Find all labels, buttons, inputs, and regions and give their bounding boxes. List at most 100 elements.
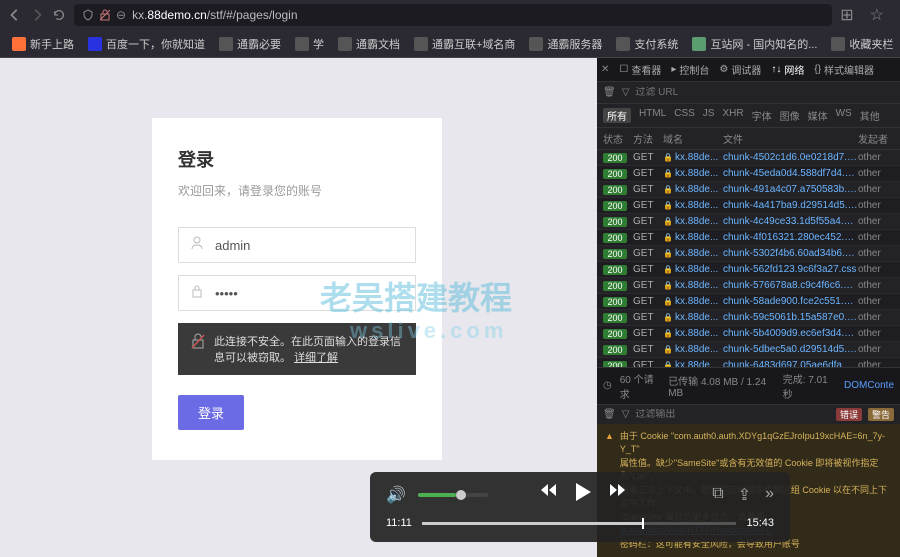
filter-type-所有[interactable]: 所有 bbox=[603, 108, 631, 123]
method: GET bbox=[633, 200, 663, 211]
bookmark-item[interactable]: 收藏夹栏 bbox=[825, 34, 899, 54]
play-icon[interactable] bbox=[574, 482, 592, 507]
initiator: other bbox=[858, 328, 894, 339]
warning-link[interactable]: 详细了解 bbox=[294, 352, 338, 364]
bookmark-item[interactable]: 通霸文档 bbox=[332, 34, 406, 54]
trash-icon[interactable]: 🗑 bbox=[603, 87, 616, 98]
network-row[interactable]: 200GET🔒kx.88de...chunk-59c5061b.15a587e0… bbox=[597, 310, 900, 326]
filter-icon[interactable]: ▽ bbox=[622, 409, 630, 420]
login-title: 登录 bbox=[178, 146, 416, 172]
console-filter-bar: 🗑 ▽ 错误 警告 bbox=[597, 404, 900, 424]
initiator: other bbox=[858, 280, 894, 291]
initiator: other bbox=[858, 312, 894, 323]
filter-type-其他[interactable]: 其他 bbox=[860, 108, 880, 123]
network-row[interactable]: 200GET🔒kx.88de...chunk-5b4009d9.ec6ef3d4… bbox=[597, 326, 900, 342]
tab-debugger[interactable]: ⚙ 调试器 bbox=[719, 62, 761, 77]
bookmark-item[interactable]: 通霸服务器 bbox=[523, 34, 608, 54]
filter-type-HTML[interactable]: HTML bbox=[639, 108, 666, 123]
filter-icon[interactable]: ▽ bbox=[622, 87, 630, 98]
expand-icon[interactable]: » bbox=[765, 485, 774, 505]
status-badge: 200 bbox=[603, 233, 627, 243]
network-row[interactable]: 200GET🔒kx.88de...chunk-6483d697.05ae6dfa… bbox=[597, 358, 900, 367]
status-badge: 200 bbox=[603, 329, 627, 339]
file: chunk-562fd123.9c6f3a27.css bbox=[723, 264, 858, 275]
folder-icon bbox=[414, 37, 428, 51]
progress-slider[interactable] bbox=[422, 522, 737, 525]
bookmark-item[interactable]: 百度一下，你就知道 bbox=[82, 34, 211, 54]
media-player: 🔊 ⧉ ⇪ » 11:11 15:43 bbox=[370, 472, 790, 542]
status-badge: 200 bbox=[603, 281, 627, 291]
share-icon[interactable]: ⇪ bbox=[738, 485, 751, 505]
username-input[interactable] bbox=[215, 238, 403, 253]
filter-type-WS[interactable]: WS bbox=[836, 108, 852, 123]
initiator: other bbox=[858, 152, 894, 163]
filter-type-XHR[interactable]: XHR bbox=[722, 108, 743, 123]
filter-url-input[interactable] bbox=[635, 87, 767, 98]
bookmark-label: 通霸服务器 bbox=[547, 36, 602, 52]
domain: 🔒kx.88de... bbox=[663, 168, 723, 179]
filter-type-媒体[interactable]: 媒体 bbox=[808, 108, 828, 123]
filter-type-JS[interactable]: JS bbox=[703, 108, 715, 123]
tab-network[interactable]: ↑↓ 网络 bbox=[771, 62, 804, 77]
domain: 🔒kx.88de... bbox=[663, 200, 723, 211]
status-badge: 200 bbox=[603, 201, 627, 211]
bookmark-item[interactable]: 通霸互联+域名商 bbox=[408, 34, 521, 54]
network-row[interactable]: 200GET🔒kx.88de...chunk-5dbec5a0.d29514d5… bbox=[597, 342, 900, 358]
console-filter-input[interactable] bbox=[635, 409, 830, 420]
filter-type-图像[interactable]: 图像 bbox=[780, 108, 800, 123]
method: GET bbox=[633, 312, 663, 323]
url-bar[interactable]: ⊖ kx.88demo.cn/stf/#/pages/login bbox=[74, 4, 832, 26]
forward-icon[interactable] bbox=[606, 482, 626, 507]
network-row[interactable]: 200GET🔒kx.88de...chunk-4a417ba9.d29514d5… bbox=[597, 198, 900, 214]
network-row[interactable]: 200GET🔒kx.88de...chunk-562fd123.9c6f3a27… bbox=[597, 262, 900, 278]
bookmark-item[interactable]: 互站网 - 国内知名的... bbox=[686, 34, 823, 54]
bookmark-item[interactable]: 通霸必要 bbox=[213, 34, 287, 54]
volume-slider[interactable] bbox=[418, 493, 488, 497]
folder-icon bbox=[529, 37, 543, 51]
reload-icon[interactable] bbox=[52, 8, 66, 22]
error-badge[interactable]: 错误 bbox=[836, 408, 862, 421]
filter-type-CSS[interactable]: CSS bbox=[674, 108, 695, 123]
bookmark-label: 通霸互联+域名商 bbox=[432, 36, 515, 52]
tab-styles[interactable]: {} 样式编辑器 bbox=[814, 62, 874, 77]
network-row[interactable]: 200GET🔒kx.88de...chunk-4502c1d6.0e0218d7… bbox=[597, 150, 900, 166]
rewind-icon[interactable] bbox=[540, 482, 560, 507]
network-headers: 状态方法域名文件发起者 bbox=[597, 128, 900, 150]
devtools-close-icon[interactable]: ✕ bbox=[601, 64, 609, 75]
bookmark-item[interactable]: 学 bbox=[289, 34, 330, 54]
back-icon[interactable] bbox=[8, 8, 22, 22]
qr-icon[interactable]: ⊞ bbox=[840, 5, 853, 25]
network-row[interactable]: 200GET🔒kx.88de...chunk-45eda0d4.588df7d4… bbox=[597, 166, 900, 182]
trash-icon[interactable]: 🗑 bbox=[603, 409, 616, 420]
volume-icon[interactable]: 🔊 bbox=[386, 485, 406, 505]
login-button[interactable]: 登录 bbox=[178, 395, 244, 430]
pip-icon[interactable]: ⧉ bbox=[712, 485, 723, 505]
network-row[interactable]: 200GET🔒kx.88de...chunk-5302f4b6.60ad34b6… bbox=[597, 246, 900, 262]
method: GET bbox=[633, 248, 663, 259]
bookmark-star-icon[interactable]: ☆ bbox=[870, 5, 884, 25]
domain: 🔒kx.88de... bbox=[663, 312, 723, 323]
url-domain: 88demo.cn bbox=[147, 8, 206, 22]
network-row[interactable]: 200GET🔒kx.88de...chunk-4f016321.280ec452… bbox=[597, 230, 900, 246]
forward-icon[interactable] bbox=[30, 8, 44, 22]
filter-type-字体[interactable]: 字体 bbox=[752, 108, 772, 123]
status-badge: 200 bbox=[603, 249, 627, 259]
url-path: /stf/#/pages/login bbox=[207, 8, 298, 22]
username-field-wrap bbox=[178, 227, 416, 263]
network-row[interactable]: 200GET🔒kx.88de...chunk-491a4c07.a750583b… bbox=[597, 182, 900, 198]
bookmark-item[interactable]: 新手上路 bbox=[6, 34, 80, 54]
bookmark-item[interactable]: 支付系统 bbox=[610, 34, 684, 54]
warn-badge[interactable]: 警告 bbox=[868, 408, 894, 421]
folder-icon bbox=[692, 37, 706, 51]
initiator: other bbox=[858, 296, 894, 307]
tab-console[interactable]: ▸ 控制台 bbox=[671, 62, 709, 77]
current-time: 11:11 bbox=[386, 517, 412, 529]
network-row[interactable]: 200GET🔒kx.88de...chunk-58ade900.fce2c551… bbox=[597, 294, 900, 310]
network-row[interactable]: 200GET🔒kx.88de...chunk-4c49ce33.1d5f55a4… bbox=[597, 214, 900, 230]
password-input[interactable] bbox=[215, 286, 403, 301]
tab-inspector[interactable]: ☐ 查看器 bbox=[619, 62, 661, 77]
network-row[interactable]: 200GET🔒kx.88de...chunk-576678a8.c9c4f6c6… bbox=[597, 278, 900, 294]
method: GET bbox=[633, 328, 663, 339]
method: GET bbox=[633, 296, 663, 307]
file: chunk-4f016321.280ec452.css bbox=[723, 232, 858, 243]
